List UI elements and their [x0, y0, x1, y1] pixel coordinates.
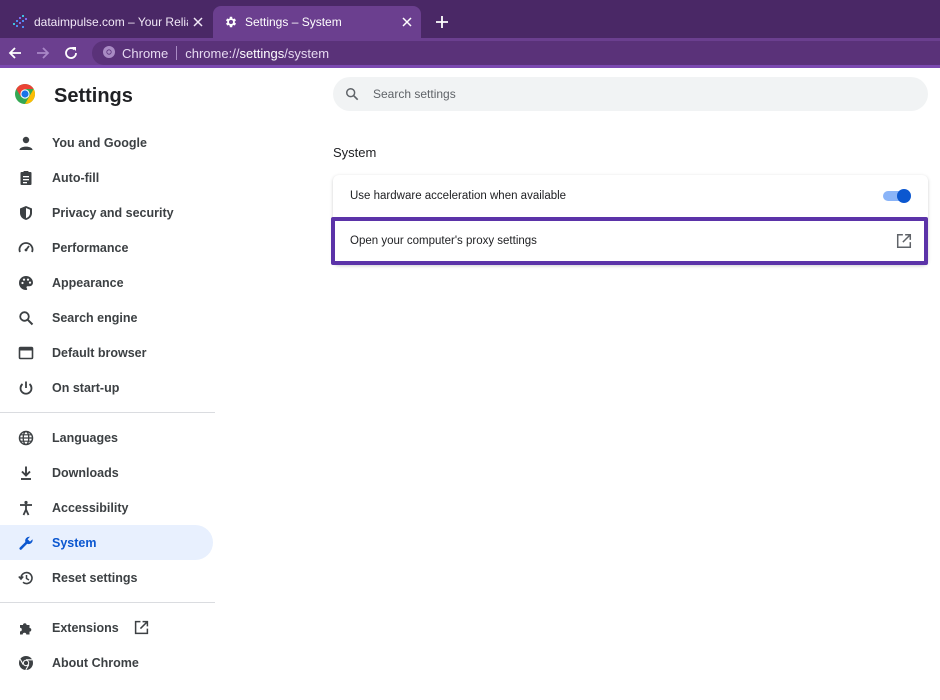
sidebar-item-label: System [52, 535, 97, 550]
omnibox-separator [176, 46, 178, 60]
wrench-icon [16, 533, 36, 553]
external-link-icon [134, 620, 149, 635]
sidebar-item-label: Default browser [52, 345, 147, 360]
search-icon [345, 87, 359, 101]
accessibility-icon [16, 498, 36, 518]
url-text: chrome://settings/system [185, 46, 329, 61]
sidebar-item-reset-settings[interactable]: Reset settings [0, 560, 213, 595]
shield-icon [16, 203, 36, 223]
forward-button[interactable] [32, 42, 54, 64]
chrome-icon [16, 653, 36, 673]
gear-icon [223, 14, 239, 30]
browser-toolbar: Chrome chrome://settings/system [0, 38, 940, 68]
search-input[interactable] [373, 87, 873, 101]
toggle-knob [897, 189, 911, 203]
sidebar-item-privacy-and-security[interactable]: Privacy and security [0, 195, 213, 230]
sidebar-item-label: Languages [52, 430, 118, 445]
sidebar-item-label: Reset settings [52, 570, 138, 585]
sidebar-item-appearance[interactable]: Appearance [0, 265, 213, 300]
hardware-acceleration-toggle[interactable] [883, 189, 911, 203]
tab-title: dataimpulse.com – Your Reliab [34, 15, 188, 29]
search-settings-field[interactable] [333, 77, 928, 111]
chrome-icon [102, 45, 116, 62]
page-title: Settings [54, 85, 133, 107]
browser-window-icon [16, 343, 36, 363]
system-settings-card: Use hardware acceleration when available… [331, 175, 928, 265]
settings-sidebar: Settings You and Google Auto-fill Privac… [0, 71, 215, 700]
search-icon [16, 308, 36, 328]
clipboard-icon [16, 168, 36, 188]
site-label: Chrome [122, 45, 169, 61]
tab-settings-system[interactable]: Settings – System [213, 6, 421, 38]
sidebar-item-languages[interactable]: Languages [0, 420, 213, 455]
url-path: /system [284, 45, 330, 61]
sidebar-item-extensions[interactable]: Extensions [0, 610, 213, 645]
proxy-settings-label: Open your computer's proxy settings [350, 235, 537, 247]
url-host: settings [239, 45, 285, 61]
sidebar-item-you-and-google[interactable]: You and Google [0, 125, 213, 160]
sidebar-item-label: Performance [52, 240, 129, 255]
sidebar-item-about-chrome[interactable]: About Chrome [0, 645, 213, 680]
sidebar-divider [0, 412, 215, 413]
close-tab-icon[interactable] [188, 12, 208, 32]
sidebar-item-autofill[interactable]: Auto-fill [0, 160, 213, 195]
address-bar[interactable]: Chrome chrome://settings/system [92, 41, 940, 65]
person-icon [16, 133, 36, 153]
sidebar-item-label: Accessibility [52, 500, 129, 515]
palette-icon [16, 273, 36, 293]
reload-button[interactable] [60, 42, 82, 64]
proxy-settings-row[interactable]: Open your computer's proxy settings [331, 217, 928, 265]
hardware-acceleration-row[interactable]: Use hardware acceleration when available [333, 175, 928, 217]
sidebar-item-accessibility[interactable]: Accessibility [0, 490, 213, 525]
sidebar-item-label: Privacy and security [52, 205, 174, 220]
globe-icon [16, 428, 36, 448]
sidebar-item-label: Auto-fill [52, 170, 100, 185]
sidebar-divider [0, 602, 215, 603]
sidebar-item-label: Search engine [52, 310, 138, 325]
sidebar-item-on-start-up[interactable]: On start-up [0, 370, 213, 405]
power-icon [16, 378, 36, 398]
sidebar-item-label: You and Google [52, 135, 147, 150]
sidebar-item-search-engine[interactable]: Search engine [0, 300, 213, 335]
sidebar-item-label: About Chrome [52, 655, 139, 670]
settings-header: Settings [14, 83, 133, 110]
back-button[interactable] [4, 42, 26, 64]
external-link-icon[interactable] [896, 233, 912, 249]
sidebar-item-label: Appearance [52, 275, 124, 290]
sidebar-item-label: Downloads [52, 465, 119, 480]
sidebar-item-label: On start-up [52, 380, 120, 395]
sidebar-item-label: Extensions [52, 620, 119, 635]
hardware-acceleration-label: Use hardware acceleration when available [350, 190, 567, 202]
sidebar-item-downloads[interactable]: Downloads [0, 455, 213, 490]
history-icon [16, 568, 36, 588]
section-title: System [333, 145, 377, 160]
download-icon [16, 463, 36, 483]
sidebar-item-default-browser[interactable]: Default browser [0, 335, 213, 370]
speedometer-icon [16, 238, 36, 258]
chrome-logo-icon [14, 83, 36, 110]
dataimpulse-logo-icon [12, 14, 28, 30]
tab-dataimpulse[interactable]: dataimpulse.com – Your Reliab [0, 6, 212, 38]
puzzle-icon [16, 618, 36, 638]
new-tab-button[interactable] [430, 10, 454, 34]
tab-title: Settings – System [245, 15, 342, 29]
tab-strip: dataimpulse.com – Your Reliab Settings –… [0, 0, 940, 38]
sidebar-item-system[interactable]: System [0, 525, 213, 560]
sidebar-item-performance[interactable]: Performance [0, 230, 213, 265]
close-tab-icon[interactable] [397, 12, 417, 32]
url-prefix: chrome:// [185, 45, 240, 61]
